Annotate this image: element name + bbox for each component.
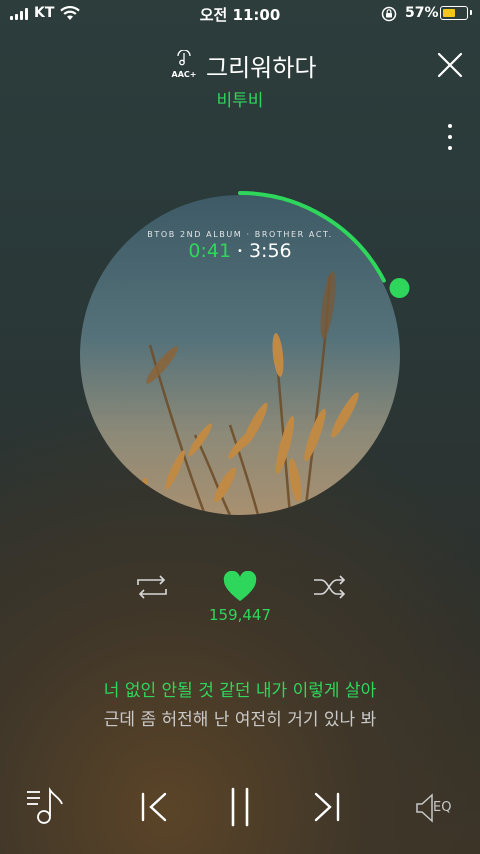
- next-button[interactable]: [312, 790, 342, 824]
- progress-ring[interactable]: [60, 175, 420, 535]
- pause-icon: [231, 787, 249, 827]
- progress-arc: [238, 191, 386, 283]
- eq-label: EQ: [433, 800, 452, 815]
- lyric-next-line[interactable]: 근데 좀 허전해 난 여전히 거기 있나 봐: [0, 705, 480, 730]
- progress-knob[interactable]: [389, 278, 410, 299]
- repeat-icon: [137, 575, 167, 599]
- song-title: 그리워하다: [206, 54, 317, 82]
- audio-quality-badge[interactable]: AAC+: [170, 49, 198, 80]
- close-icon: [437, 52, 463, 78]
- equalizer-button[interactable]: EQ: [414, 792, 458, 824]
- lyric-current-line[interactable]: 너 없인 안될 것 같던 내가 이렇게 살아: [0, 676, 480, 701]
- next-icon: [314, 792, 340, 822]
- like-count: 159,447: [208, 606, 272, 624]
- previous-button[interactable]: [139, 790, 169, 824]
- pause-button[interactable]: [228, 786, 252, 828]
- more-options-button[interactable]: [440, 120, 460, 154]
- close-button[interactable]: [437, 52, 463, 78]
- repeat-button[interactable]: [134, 574, 170, 600]
- status-bar: KT 오전 11:00 57%: [0, 0, 480, 28]
- orientation-lock-icon: [381, 6, 397, 22]
- quality-label: AAC+: [171, 70, 197, 79]
- battery-percent: 57%: [405, 5, 439, 21]
- shuffle-icon: [314, 575, 346, 599]
- shuffle-button[interactable]: [312, 574, 348, 600]
- battery-icon: [440, 6, 472, 20]
- like-button[interactable]: [222, 571, 258, 603]
- heart-icon: [223, 571, 257, 601]
- previous-icon: [141, 792, 167, 822]
- quality-note-icon: [177, 49, 191, 66]
- playlist-icon: [27, 787, 63, 824]
- playlist-button[interactable]: [24, 786, 66, 826]
- artist-name[interactable]: 비투비: [0, 86, 480, 111]
